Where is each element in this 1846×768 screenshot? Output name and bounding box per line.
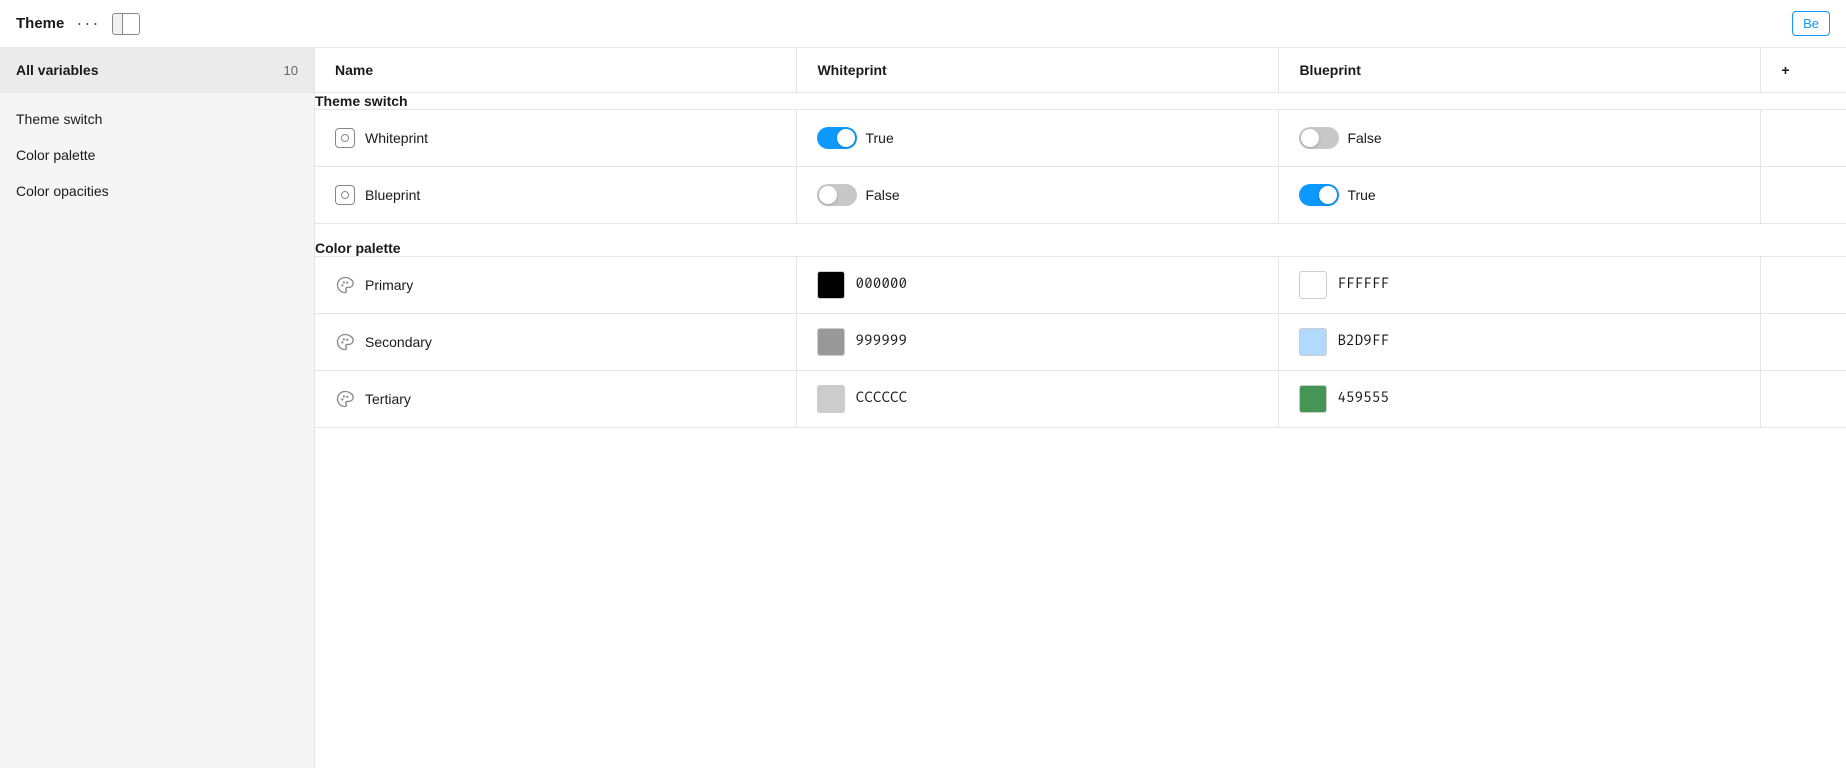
color-value-tertiary-wp: CCCCCC (855, 390, 907, 407)
color-value-primary-bp: FFFFFF (1337, 276, 1389, 293)
whiteprint-cell-tertiary[interactable]: CCCCCC (797, 370, 1279, 427)
col-name: Name (315, 48, 797, 93)
action-cell (1761, 370, 1846, 427)
action-cell (1761, 256, 1846, 313)
toggle-track[interactable] (817, 127, 857, 149)
whiteprint-cell-whiteprint[interactable]: True (797, 110, 1279, 167)
palette-icon (335, 332, 355, 352)
color-swatch-secondary-bp[interactable] (1299, 328, 1327, 356)
app-container: Theme ··· Be All variables 10 Theme swit… (0, 0, 1846, 768)
name-cell-primary: Primary (315, 256, 797, 313)
variable-icon (335, 185, 355, 205)
panel-toggle-icon[interactable] (112, 13, 140, 35)
action-cell (1761, 167, 1846, 224)
table-row: Tertiary CCCCCC 459555 (315, 370, 1846, 427)
color-value-primary-wp: 000000 (855, 276, 907, 293)
var-name-secondary: Secondary (365, 334, 432, 350)
whiteprint-cell-blueprint[interactable]: False (797, 167, 1279, 224)
sidebar-item-color-palette[interactable]: Color palette (0, 137, 314, 173)
main-layout: All variables 10 Theme switch Color pale… (0, 48, 1846, 768)
toggle-whiteprint-bp[interactable]: False (1299, 127, 1381, 149)
section-spacer (315, 224, 1846, 240)
color-value-secondary-bp: B2D9FF (1337, 333, 1389, 350)
var-name-whiteprint: Whiteprint (365, 130, 428, 146)
toggle-blueprint-bp[interactable]: True (1299, 184, 1375, 206)
color-value-secondary-wp: 999999 (855, 333, 907, 350)
sidebar-item-color-opacities[interactable]: Color opacities (0, 173, 314, 209)
table-row: Whiteprint True (315, 110, 1846, 167)
toggle-whiteprint-wp[interactable]: True (817, 127, 893, 149)
whiteprint-cell-secondary[interactable]: 999999 (797, 313, 1279, 370)
variables-table: Name Whiteprint Blueprint + Theme switch (315, 48, 1846, 428)
toggle-track[interactable] (817, 184, 857, 206)
col-blueprint: Blueprint (1279, 48, 1761, 93)
blueprint-cell-primary[interactable]: FFFFFF (1279, 256, 1761, 313)
color-swatch-tertiary-bp[interactable] (1299, 385, 1327, 413)
color-swatch-primary-bp[interactable] (1299, 271, 1327, 299)
name-cell-secondary: Secondary (315, 313, 797, 370)
var-name-primary: Primary (365, 277, 413, 293)
add-column-button[interactable]: + (1761, 48, 1846, 93)
var-name-tertiary: Tertiary (365, 391, 411, 407)
all-variables-label: All variables (16, 62, 99, 78)
blueprint-cell-tertiary[interactable]: 459555 (1279, 370, 1761, 427)
toggle-track[interactable] (1299, 184, 1339, 206)
toggle-track[interactable] (1299, 127, 1339, 149)
color-swatch-secondary-wp[interactable] (817, 328, 845, 356)
beta-button[interactable]: Be (1792, 11, 1830, 36)
color-swatch-primary-wp[interactable] (817, 271, 845, 299)
name-cell-blueprint: Blueprint (315, 167, 797, 224)
color-value-tertiary-bp: 459555 (1337, 390, 1389, 407)
action-cell (1761, 110, 1846, 167)
top-bar: Theme ··· Be (0, 0, 1846, 48)
blueprint-cell-blueprint[interactable]: True (1279, 167, 1761, 224)
all-variables-count: 10 (284, 63, 298, 78)
sidebar-items: Theme switch Color palette Color opaciti… (0, 93, 314, 217)
toggle-label: True (865, 130, 893, 146)
table-row: Secondary 999999 B2D9F (315, 313, 1846, 370)
name-cell-whiteprint: Whiteprint (315, 110, 797, 167)
toggle-label: True (1347, 187, 1375, 203)
more-options-button[interactable]: ··· (76, 13, 100, 34)
variable-icon (335, 128, 355, 148)
palette-icon (335, 275, 355, 295)
section-header-color-palette: Color palette (315, 240, 1846, 257)
sidebar-item-theme-switch[interactable]: Theme switch (0, 101, 314, 137)
app-title: Theme (16, 15, 64, 32)
blueprint-cell-whiteprint[interactable]: False (1279, 110, 1761, 167)
col-whiteprint: Whiteprint (797, 48, 1279, 93)
toggle-label: False (865, 187, 899, 203)
var-name-blueprint: Blueprint (365, 187, 420, 203)
section-header-theme-switch: Theme switch (315, 93, 1846, 110)
action-cell (1761, 313, 1846, 370)
color-swatch-tertiary-wp[interactable] (817, 385, 845, 413)
all-variables-section[interactable]: All variables 10 (0, 48, 314, 93)
palette-icon (335, 389, 355, 409)
name-cell-tertiary: Tertiary (315, 370, 797, 427)
table-row: Primary 000000 FFFFFF (315, 256, 1846, 313)
blueprint-cell-secondary[interactable]: B2D9FF (1279, 313, 1761, 370)
whiteprint-cell-primary[interactable]: 000000 (797, 256, 1279, 313)
content-area: Name Whiteprint Blueprint + Theme switch (315, 48, 1846, 768)
toggle-blueprint-wp[interactable]: False (817, 184, 899, 206)
sidebar: All variables 10 Theme switch Color pale… (0, 48, 315, 768)
toggle-label: False (1347, 130, 1381, 146)
table-row: Blueprint False (315, 167, 1846, 224)
